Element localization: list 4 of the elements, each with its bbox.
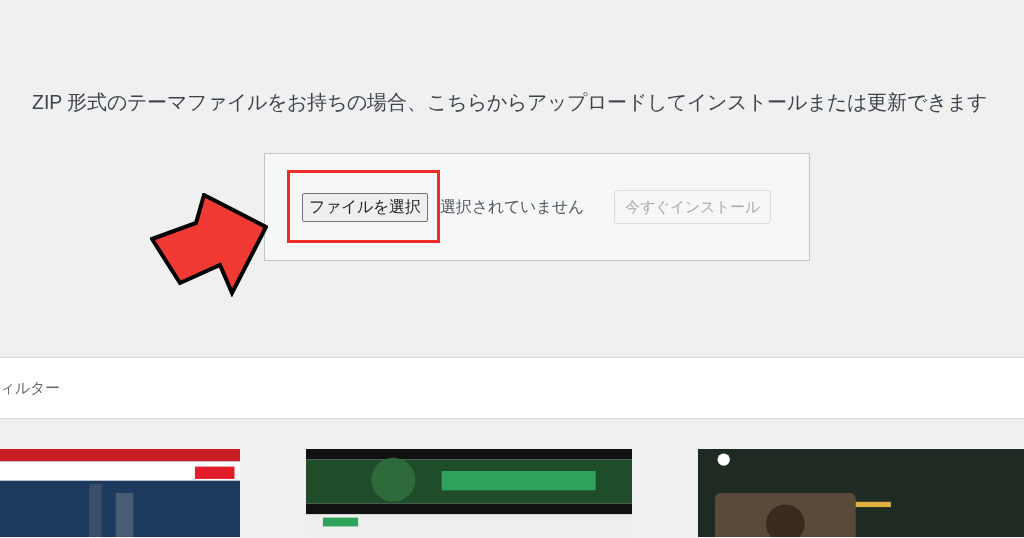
choose-file-button[interactable]: ファイルを選択	[302, 192, 428, 222]
upload-description: ZIP 形式のテーマファイルをお持ちの場合、こちらからアップロードしてインストールまたは更新できます	[32, 90, 989, 115]
filter-label[interactable]: ィルター	[0, 377, 60, 400]
file-status: 選択されていません	[440, 197, 584, 218]
